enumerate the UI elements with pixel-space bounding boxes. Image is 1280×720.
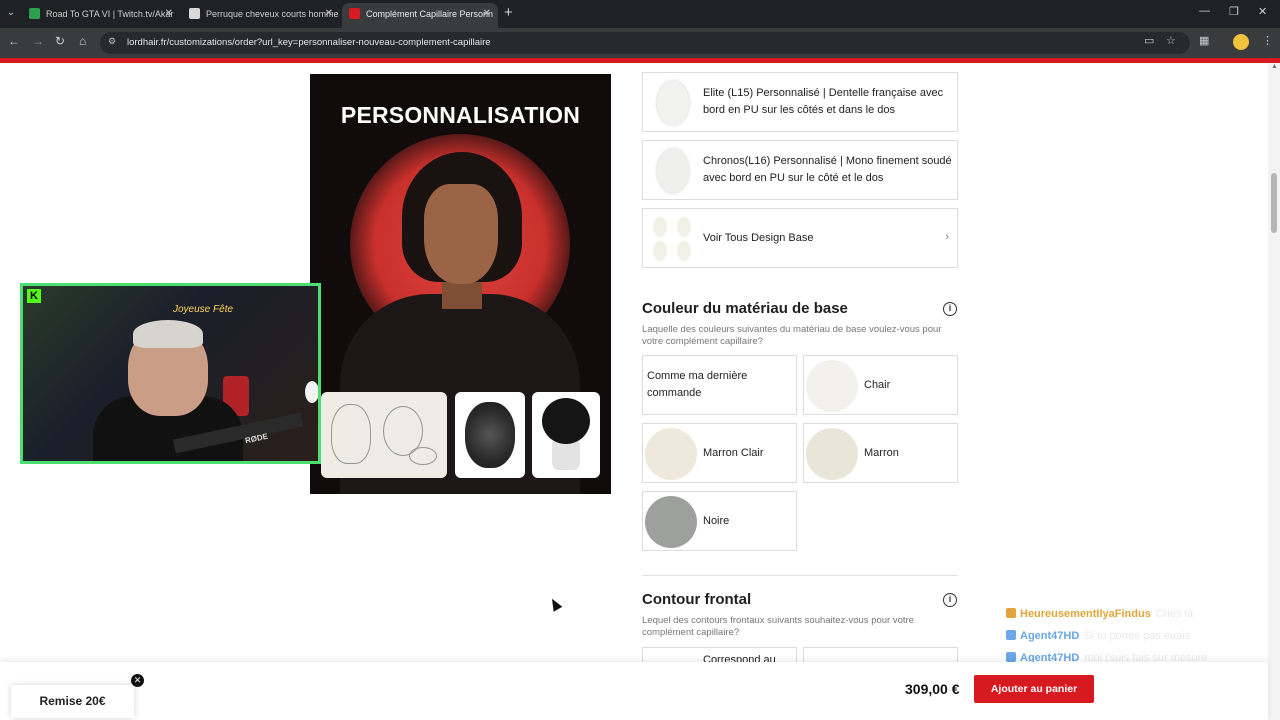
close-promo-icon[interactable]: ✕: [131, 674, 144, 687]
base-color-description: Laquelle des couleurs suivantes du matér…: [642, 324, 942, 347]
close-tab-icon[interactable]: ✕: [325, 3, 333, 25]
browser-tab-bar: ⌄ Road To GTA VI | Twitch.tv/Akar ✕ Perr…: [0, 0, 1280, 28]
promo-badge[interactable]: Remise 20€: [11, 685, 134, 718]
base-option-view-all[interactable]: Voir Tous Design Base ›: [642, 208, 958, 268]
profile-avatar[interactable]: [1233, 34, 1249, 50]
front-contour-description: Lequel des contours frontaux suivants so…: [642, 615, 914, 638]
section-divider: [642, 575, 958, 576]
thumbnail-hair-system[interactable]: [455, 392, 525, 478]
sketch-head-shape: [331, 404, 371, 464]
sketch-oval-shape: [409, 447, 437, 465]
tab-title: Perruque cheveux courts homme: [206, 9, 339, 19]
page-scrollbar[interactable]: ▲: [1268, 63, 1280, 720]
streamer-webcam-overlay: Joyeuse Fête RØDE K: [20, 283, 321, 464]
hero-title: PERSONNALISATION: [340, 102, 581, 128]
tab-search-chevron-icon[interactable]: ⌄: [4, 6, 18, 20]
thumbnail-sketch[interactable]: [321, 392, 447, 478]
hero-image: PERSONNALISATION: [310, 74, 611, 494]
chat-badge-icon: [1006, 652, 1016, 662]
option-label: Elite (L15) Personnalisé | Dentelle fran…: [703, 87, 944, 116]
page-content: PERSONNALISATION Elite (L15) Personnalis…: [0, 63, 1268, 720]
url-text: lordhair.fr/customizations/order?url_key…: [127, 37, 491, 48]
sticky-cart-bar: Remise 20€ ✕ 309,00 € Ajouter au panier: [0, 662, 1268, 720]
base-mini-swatch: [677, 241, 691, 261]
option-label: Marron: [864, 447, 899, 459]
chat-message: Agent47HD Si tu portes pas euais: [1006, 630, 1190, 642]
base-option-chronos[interactable]: Chronos(L16) Personnalisé | Mono finemen…: [642, 140, 958, 200]
browser-menu-icon[interactable]: ⋮: [1262, 34, 1273, 47]
color-option-noire[interactable]: Noire: [642, 491, 797, 551]
option-label: Chair: [864, 379, 891, 391]
new-tab-button[interactable]: +: [504, 4, 513, 21]
hair-system-piece: [465, 402, 515, 468]
reload-icon[interactable]: ↻: [55, 34, 65, 48]
option-label: Voir Tous Design Base: [703, 232, 814, 244]
base-option-elite[interactable]: Elite (L15) Personnalisé | Dentelle fran…: [642, 72, 958, 132]
color-swatch: [645, 496, 697, 548]
color-option-marron[interactable]: Marron: [803, 423, 958, 483]
model-face: [424, 184, 498, 284]
info-icon[interactable]: i: [943, 593, 957, 607]
scrollbar-thumb[interactable]: [1271, 173, 1277, 233]
color-option-same-as-last[interactable]: Comme ma dernière commande: [642, 355, 797, 415]
tab-title: Complément Capillaire Personn: [366, 9, 494, 19]
webcam-neon-sign: Joyeuse Fête: [173, 304, 234, 315]
info-icon[interactable]: i: [943, 302, 957, 316]
address-bar[interactable]: ⚙ lordhair.fr/customizations/order?url_k…: [100, 32, 1190, 54]
option-label: Marron Clair: [703, 447, 764, 459]
chat-badge-icon: [1006, 608, 1016, 618]
color-option-chair[interactable]: Chair: [803, 355, 958, 415]
extensions-icon[interactable]: ▦: [1199, 34, 1209, 47]
color-swatch: [806, 360, 858, 412]
page-favicon-icon: [189, 8, 200, 19]
chat-badge-icon: [1006, 630, 1016, 640]
close-window-icon[interactable]: ✕: [1258, 5, 1267, 18]
scroll-up-arrow-icon[interactable]: ▲: [1271, 63, 1278, 70]
base-mini-swatch: [677, 217, 691, 237]
kick-logo-icon: K: [27, 289, 41, 303]
option-label: Chronos(L16) Personnalisé | Mono finemen…: [703, 155, 952, 184]
option-label: Noire: [703, 515, 730, 527]
lordhair-favicon-icon: [349, 8, 360, 19]
color-swatch: [806, 428, 858, 480]
base-swatch: [657, 81, 689, 125]
color-option-marron-clair[interactable]: Marron Clair: [642, 423, 797, 483]
color-swatch: [645, 428, 697, 480]
chat-username: HeureusementIlyaFindus: [1020, 608, 1151, 620]
minimize-icon[interactable]: —: [1199, 5, 1210, 17]
curly-hair: [542, 398, 590, 444]
chevron-right-icon: ›: [945, 231, 949, 243]
chat-text: Si tu portes pas euais: [1084, 630, 1191, 642]
tab-perruque[interactable]: Perruque cheveux courts homme ✕: [182, 3, 340, 28]
base-mini-swatch: [653, 241, 667, 261]
webcam-lamp: [305, 381, 318, 403]
tab-twitch[interactable]: Road To GTA VI | Twitch.tv/Akar ✕: [22, 3, 180, 28]
thumbnail-curly-mannequin[interactable]: [532, 392, 600, 478]
base-color-title: Couleur du matériau de base: [642, 300, 848, 317]
tab-complement-active[interactable]: Complément Capillaire Personn ✕: [342, 3, 498, 28]
cast-icon[interactable]: ▭: [1144, 34, 1154, 47]
forward-icon[interactable]: →: [32, 34, 44, 48]
option-label: Comme ma dernière commande: [647, 370, 748, 399]
close-tab-icon[interactable]: ✕: [165, 3, 173, 25]
restore-icon[interactable]: ❐: [1229, 5, 1239, 18]
chat-text: Cries là: [1155, 608, 1194, 620]
total-price: 309,00 €: [905, 681, 960, 697]
base-mini-swatch: [653, 217, 667, 237]
site-info-icon[interactable]: ⚙: [108, 36, 120, 48]
base-swatch: [657, 149, 689, 193]
mouse-cursor-icon: [547, 596, 563, 612]
back-icon[interactable]: ←: [8, 34, 20, 48]
streamer-hair: [133, 320, 203, 348]
tab-title: Road To GTA VI | Twitch.tv/Akar: [46, 9, 174, 19]
close-tab-icon[interactable]: ✕: [483, 3, 491, 25]
chat-message: HeureusementIlyaFindus Cries là: [1006, 608, 1193, 620]
add-to-cart-button[interactable]: Ajouter au panier: [974, 675, 1094, 703]
sheets-favicon-icon: [29, 8, 40, 19]
bookmark-star-icon[interactable]: ☆: [1166, 34, 1176, 47]
front-contour-title: Contour frontal: [642, 591, 752, 608]
browser-toolbar: ← → ↻ ⌂ ⚙ lordhair.fr/customizations/ord…: [0, 28, 1280, 58]
chat-username: Agent47HD: [1020, 630, 1080, 642]
home-icon[interactable]: ⌂: [79, 34, 86, 48]
